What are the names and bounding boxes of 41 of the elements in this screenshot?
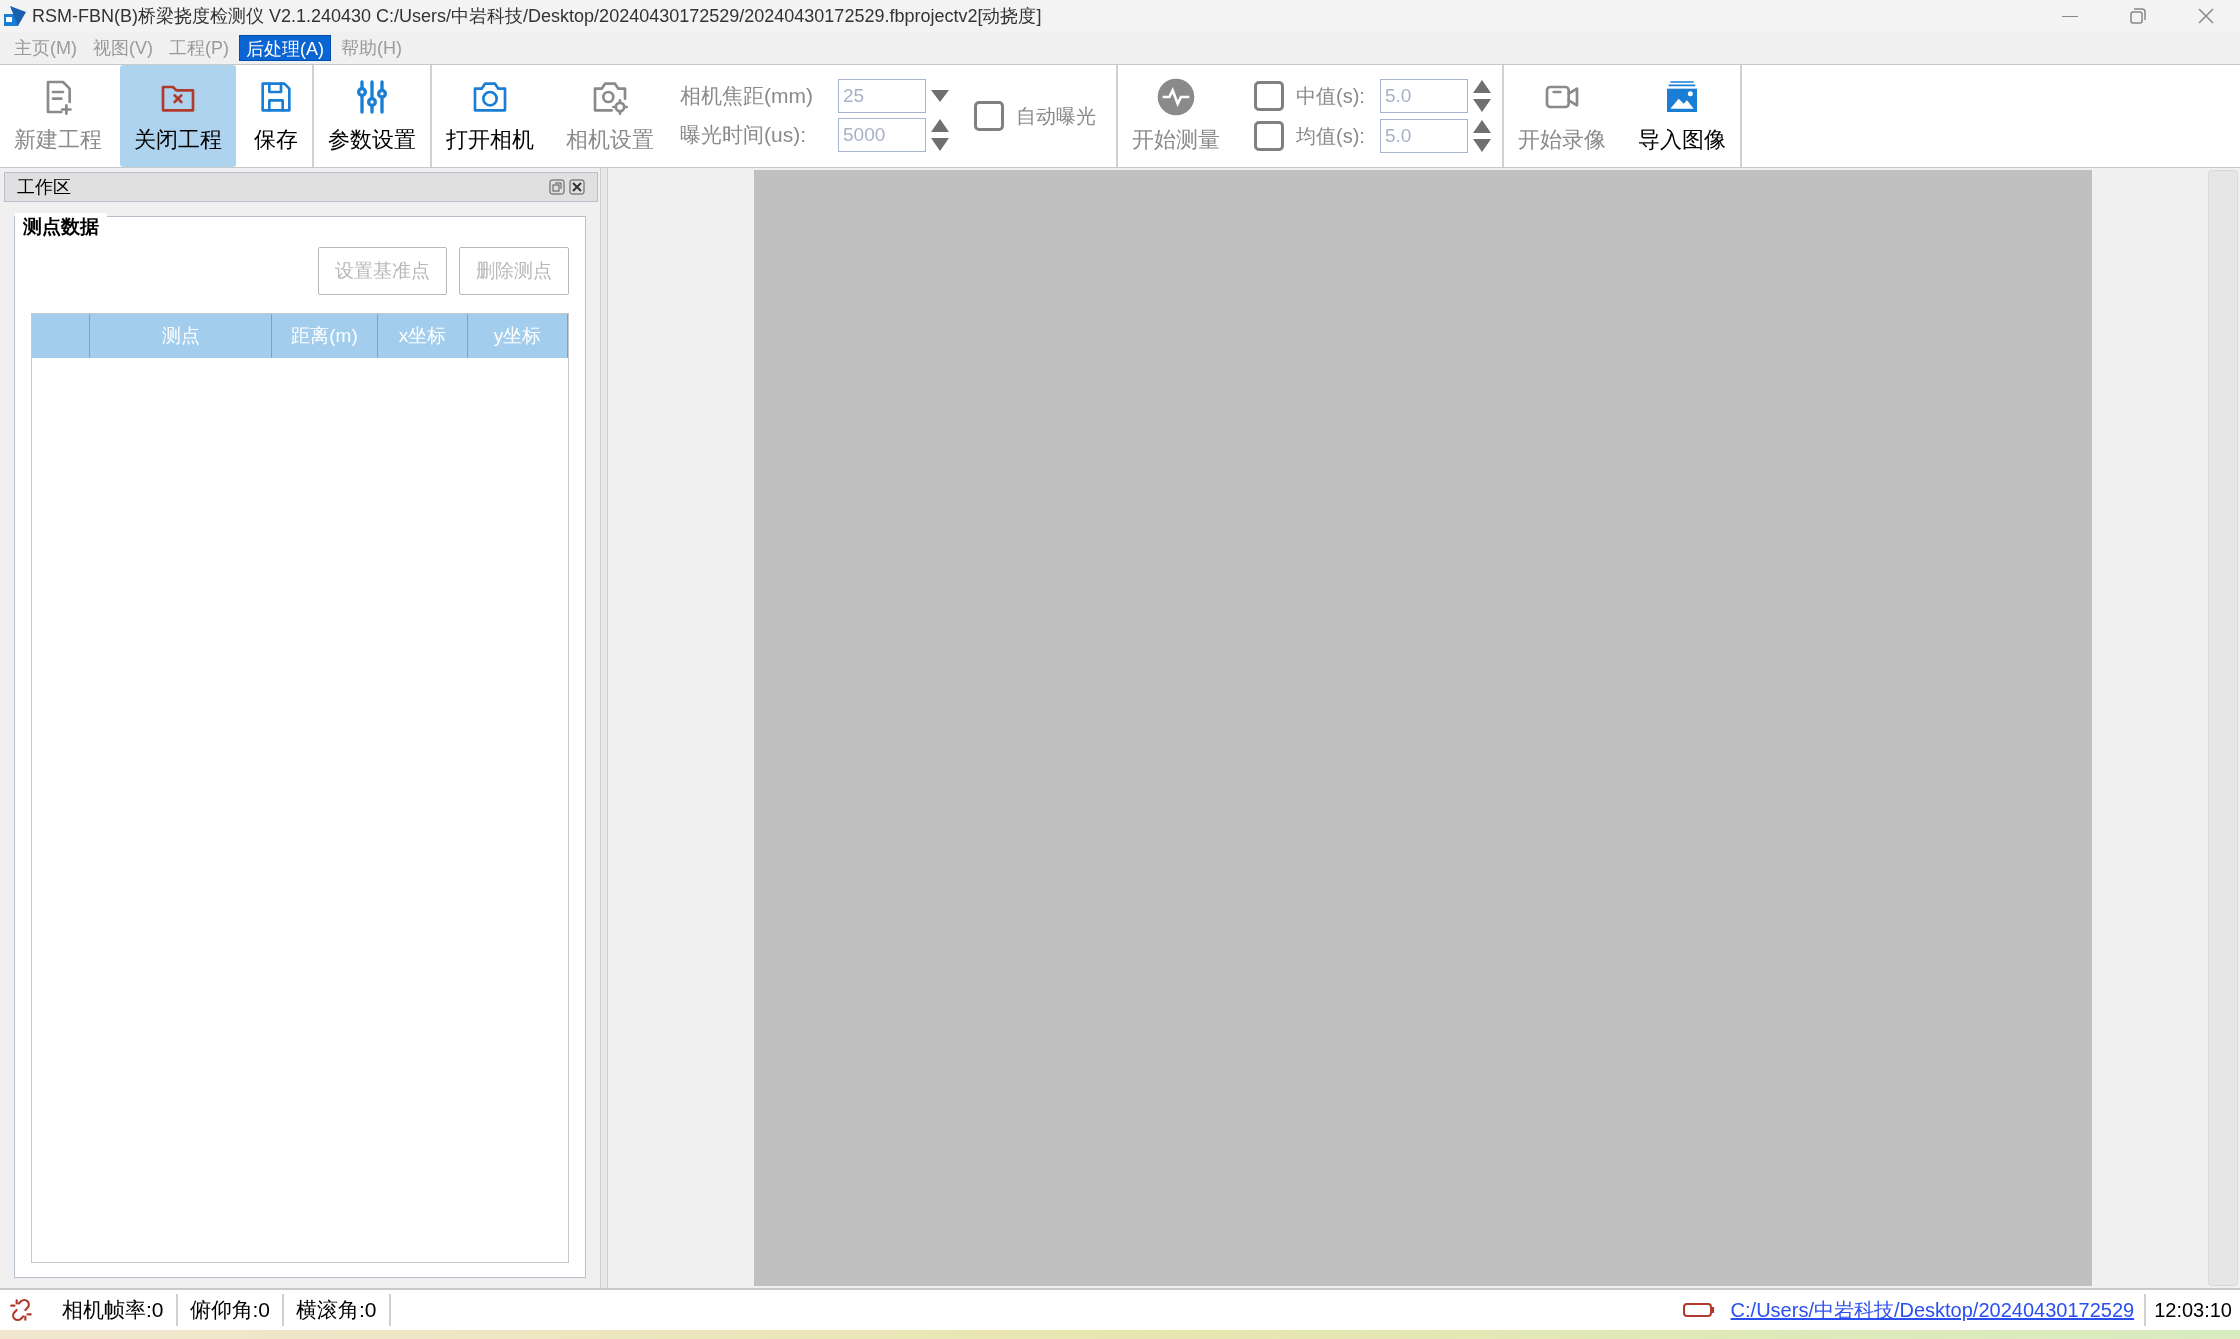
window-title: RSM-FBN(B)桥梁挠度检测仪 V2.1.240430 C:/Users/中岩科技/Desktop/20240430172529/20240430172529.fbprojectv2[动挠度] [32,4,1042,28]
spin-arrows-icon[interactable] [1472,78,1492,114]
value-field[interactable]: 5.0 [1380,79,1468,113]
close-icon [2198,8,2214,24]
value-field[interactable]: 5000 [838,118,926,152]
value-field[interactable]: 5.0 [1380,119,1468,153]
field-label: 曝光时间(us): [680,122,807,149]
folder-link[interactable]: C:/Users/中岩科技/Desktop/20240430172529 [1730,1294,2147,1326]
toolbar-button[interactable]: 导入图像 [1624,65,1740,167]
menu-item[interactable]: 后处理(A) [239,35,331,61]
status-time: 12:03:10 [2153,1298,2233,1323]
checkbox[interactable] [1254,81,1284,111]
disconnected-icon [8,1297,34,1323]
column-header: 测点 [90,314,272,358]
pulse-icon [1156,76,1196,117]
close-icon[interactable] [569,179,585,195]
status-item: 相机帧率:0 [50,1294,178,1326]
value-field[interactable]: 25 [838,79,926,113]
dropdown-arrow-icon[interactable] [930,89,950,103]
toolbar-button[interactable]: 保存 [240,65,312,167]
checkbox-label: 自动曝光 [1016,104,1096,129]
scrollbar[interactable] [2208,170,2238,1286]
minimize-icon [2062,15,2078,17]
column-header: y坐标 [468,314,568,358]
battery-icon [1682,1303,1715,1317]
dock-title: 工作区 [17,175,71,199]
field-label: 相机焦距(mm) [680,83,814,110]
toolbar-button[interactable]: 参数设置 [314,65,430,167]
status-item: 横滚角:0 [284,1294,391,1326]
toolbar-button[interactable]: 打开相机 [432,65,548,167]
checkbox[interactable] [974,101,1004,131]
spin-arrows-icon[interactable] [930,117,950,153]
spin-arrows-icon[interactable] [1472,118,1492,154]
field-label: 中值(s): [1296,84,1366,109]
column-header: 距离(m) [272,314,378,358]
toolbar-button[interactable]: 关闭工程 [120,65,236,167]
column-header: x坐标 [378,314,468,358]
field-label: 均值(s): [1296,124,1366,149]
restore-icon [2130,8,2146,24]
checkbox[interactable] [1254,121,1284,151]
status-item: 俯仰角:0 [177,1294,285,1326]
